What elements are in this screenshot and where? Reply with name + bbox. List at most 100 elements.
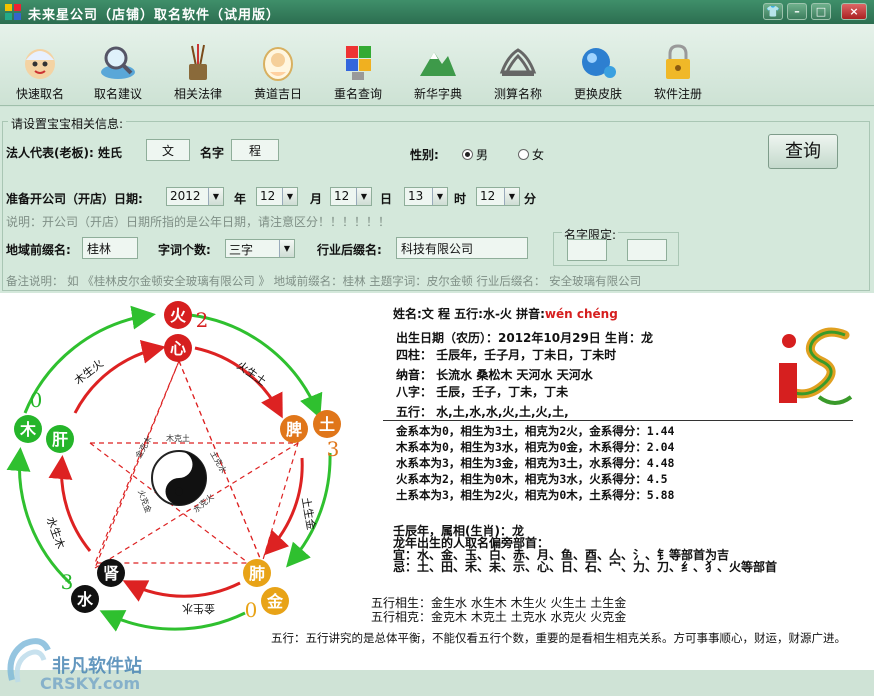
toolbar-button-lucky-day[interactable]: 黄道吉日 (238, 26, 318, 104)
year-unit: 年 (234, 192, 247, 206)
name-limit-second-input[interactable] (627, 239, 667, 261)
gender-female-radio[interactable]: 女 (518, 146, 544, 163)
toolbar: 快速取名 取名建议 相关法律 黄道吉日 重名查询 新华字典 测算名称 更换皮肤 … (0, 24, 874, 106)
wuxing-line: 五行： 水,土,水,水,火,土,火,土, (396, 405, 569, 419)
year-select[interactable]: 2012 ▼ (166, 187, 224, 206)
word-count-select[interactable]: 三字 ▼ (225, 239, 295, 258)
earth-element-text: 土 (319, 415, 335, 434)
app-icon (5, 4, 21, 20)
baby-calendar-icon (263, 47, 293, 81)
ke-label: 金克木 (133, 434, 154, 460)
fire-score: 2 (196, 308, 209, 332)
chevron-down-icon: ▼ (208, 188, 223, 205)
water-score: 3 (61, 570, 74, 594)
toolbar-label: 软件注册 (653, 87, 702, 101)
industry-input[interactable]: 科技有限公司 (396, 237, 528, 259)
toolbar-label: 重名查询 (333, 87, 382, 101)
xiangke-text: 金克木 木克土 土克水 水克火 火克金 (431, 610, 627, 624)
cubes-icon (346, 46, 371, 80)
magnifier-globe-icon (101, 46, 135, 79)
minimize-button[interactable]: – (787, 3, 807, 20)
score-line: 土系本为3，相生为2火，相克为0木，土系得分：5.88 (396, 488, 675, 502)
month-value: 12 (260, 189, 276, 203)
name-line-text: 姓名:文 程 五行:水-火 拼音: (393, 307, 545, 321)
query-button[interactable]: 查询 (768, 134, 838, 169)
restore-button[interactable]: □ (811, 3, 831, 20)
sheng-label: 金生水 (182, 602, 215, 616)
date-note: 说明：开公司（开店）日期所指的是公年日期，请注意区分！！！！！！ (6, 215, 391, 229)
given-name-input[interactable]: 程 (231, 139, 279, 161)
remark-text: 备注说明： 如 《桂林皮尔金顿安全玻璃有限公司 》 地域前缀名：桂林 主题字词：… (6, 274, 642, 288)
dragon-zodiac-icon (779, 327, 853, 405)
toolbar-button-evaluate[interactable]: 测算名称 (478, 26, 558, 104)
metal-score: 0 (245, 598, 258, 622)
toolbar-button-dictionary[interactable]: 新华字典 (398, 26, 478, 104)
wood-score: 0 (30, 388, 43, 412)
outer-sheng-arrow (99, 610, 246, 632)
radio-dot (462, 149, 473, 160)
toolbar-button-suggest[interactable]: 取名建议 (78, 26, 158, 104)
metal-element-text: 金 (266, 592, 284, 611)
legal-rep-label: 法人代表(老板): 姓氏 (6, 146, 122, 160)
ke-label: 土克水 (208, 449, 229, 475)
ke-label: 火克金 (136, 488, 154, 514)
wood-element-text: 木 (19, 420, 37, 439)
sheng-label: 木生火 (71, 356, 106, 387)
score-line: 金系本为0，相生为3土，相克为2火，金系得分：1.44 (396, 424, 675, 438)
sheng-label: 水生木 (44, 515, 68, 551)
close-button[interactable]: × (841, 3, 867, 20)
hour-value: 13 (408, 189, 424, 203)
month-unit: 月 (310, 192, 323, 206)
male-label: 男 (476, 148, 489, 162)
toolbar-label: 更换皮肤 (573, 87, 622, 101)
lung-organ-text: 肺 (249, 564, 265, 583)
word-count-label: 字词个数: (158, 243, 211, 257)
chevron-down-icon: ▼ (356, 188, 371, 205)
minute-unit: 分 (524, 192, 537, 206)
toolbar-button-duplicate-check[interactable]: 重名查询 (318, 26, 398, 104)
heart-organ-text: 心 (170, 339, 186, 358)
nayin-line: 纳音： 长流水 桑松木 天河水 天河水 (396, 368, 593, 382)
name-limit-first-input[interactable] (567, 239, 607, 261)
settings-panel: 请设置宝宝相关信息: 法人代表(老板): 姓氏 文 名字 程 性别: 男 女 查… (0, 107, 874, 293)
day-select[interactable]: 12 ▼ (330, 187, 372, 206)
radio-dot (518, 149, 529, 160)
region-input[interactable]: 桂林 (82, 237, 138, 259)
minute-select[interactable]: 12 ▼ (476, 187, 520, 206)
toolbar-button-law[interactable]: 相关法律 (158, 26, 238, 104)
toolbar-label: 相关法律 (173, 87, 222, 101)
month-select[interactable]: 12 ▼ (256, 187, 298, 206)
xiangke-label: 五行相克： (371, 610, 432, 624)
toolbar-button-skin[interactable]: 更换皮肤 (558, 26, 638, 104)
xiangke-row: 五行相克：金克木 木克土 土克水 水克火 火克金 (371, 608, 626, 625)
toolbar-label: 黄道吉日 (253, 87, 302, 101)
gender-male-radio[interactable]: 男 (462, 146, 488, 163)
window-title: 未来星公司（店铺）取名软件（试用版） (28, 8, 281, 23)
word-count-value: 三字 (229, 243, 254, 257)
liver-organ-text: 肝 (52, 430, 68, 449)
site-watermark: 非凡软件站 CRSKY.com (0, 630, 180, 696)
skin-button[interactable]: 👕 (763, 3, 783, 20)
toolbar-button-register[interactable]: 软件注册 (638, 26, 718, 104)
gender-label: 性别: (410, 148, 439, 162)
lock-icon (666, 44, 690, 79)
hour-select[interactable]: 13 ▼ (404, 187, 448, 206)
inner-sheng-arrow (48, 455, 92, 552)
brush-pot-icon (189, 44, 207, 80)
date-label: 准备开公司（开店）日期: (6, 192, 143, 206)
baby-face-icon (25, 49, 55, 79)
day-unit: 日 (380, 192, 393, 206)
summary-text: 五行：五行讲究的是总体平衡，不能仅看五行个数，重要的是看相生相克关系。方可事事顺… (271, 631, 846, 645)
chevron-down-icon: ▼ (282, 188, 297, 205)
pinyin-text: wén chéng (544, 307, 618, 321)
industry-label: 行业后缀名: (317, 243, 382, 257)
yin-yang-icon (151, 450, 207, 506)
sizhu-line: 四柱： 壬辰年，壬子月，丁未日，丁未时 (396, 348, 617, 362)
birth-line: 出生日期（农历）：2012年10月29日 生肖：龙 (396, 331, 653, 345)
kidney-organ-text: 肾 (103, 564, 119, 583)
surname-input[interactable]: 文 (146, 139, 190, 161)
watermark-line-2: CRSKY.com (40, 674, 141, 693)
water-element-text: 水 (77, 590, 94, 609)
toolbar-button-quick-name[interactable]: 快速取名 (0, 26, 80, 104)
hour-unit: 时 (454, 192, 467, 206)
